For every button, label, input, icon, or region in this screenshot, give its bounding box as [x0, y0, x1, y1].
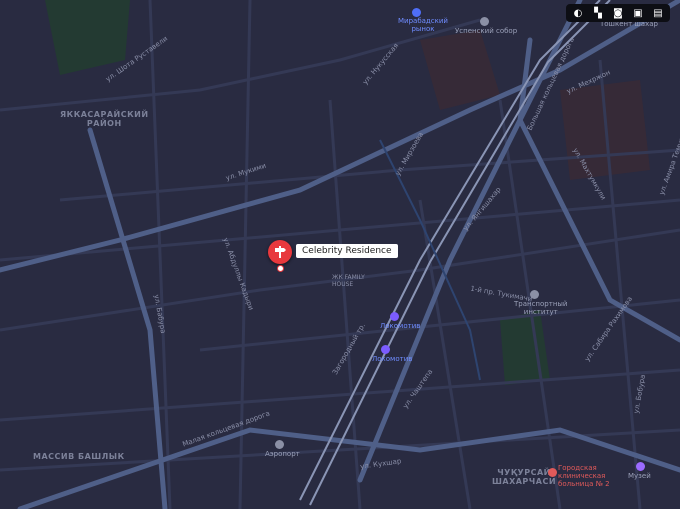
district-label-shakhar: ЧУҚУРСАЙ ШАХАРЧАСИ	[492, 468, 557, 486]
hospital-icon[interactable]	[548, 468, 557, 477]
district-label-jk: ЖК FAMILY HOUSE	[332, 274, 365, 288]
museum-icon[interactable]	[636, 462, 645, 471]
location-pin[interactable]	[268, 240, 292, 264]
bus-icon[interactable]: ▣	[628, 5, 648, 21]
camera-icon[interactable]: ◙	[608, 5, 628, 21]
stadium-icon[interactable]	[381, 345, 390, 354]
location-point	[277, 265, 284, 272]
poi-museum[interactable]: Музей	[628, 472, 651, 480]
metro-icon[interactable]	[275, 440, 284, 449]
panorama-icon[interactable]: ▤	[648, 5, 668, 21]
poi-hospital[interactable]: Городская клиническая больница № 2	[558, 464, 610, 488]
signpost-icon	[275, 246, 286, 258]
map-canvas[interactable]: ЯККАСАРАЙСКИЙ РАЙОН МАССИВ БАШЛЫК ЧУҚУРСА…	[0, 0, 680, 509]
traffic-icon[interactable]: ▚	[588, 5, 608, 21]
shopping-icon[interactable]	[412, 8, 421, 17]
stadium-icon[interactable]	[390, 312, 399, 321]
map-toolbar: ◐ ▚ ◙ ▣ ▤	[566, 4, 670, 22]
layers-icon[interactable]: ◐	[568, 5, 588, 21]
district-label-bashlyk: МАССИВ БАШЛЫК	[33, 452, 125, 461]
poi-uspensky[interactable]: Успенский собор	[455, 27, 517, 35]
poi-transport[interactable]: Транспортный институт	[514, 300, 567, 316]
church-icon[interactable]	[480, 17, 489, 26]
poi-airport[interactable]: Аэропорт	[265, 450, 300, 458]
district-label-yakkasaray: ЯККАСАРАЙСКИЙ РАЙОН	[60, 110, 149, 128]
marker-label[interactable]: Celebrity Residence	[296, 244, 398, 258]
poi-mirabad[interactable]: Мирабадский рынок	[398, 17, 448, 33]
poi-lokomotiv-1[interactable]: Локомотив	[380, 322, 420, 330]
poi-lokomotiv-2[interactable]: Локомотив	[372, 355, 412, 363]
